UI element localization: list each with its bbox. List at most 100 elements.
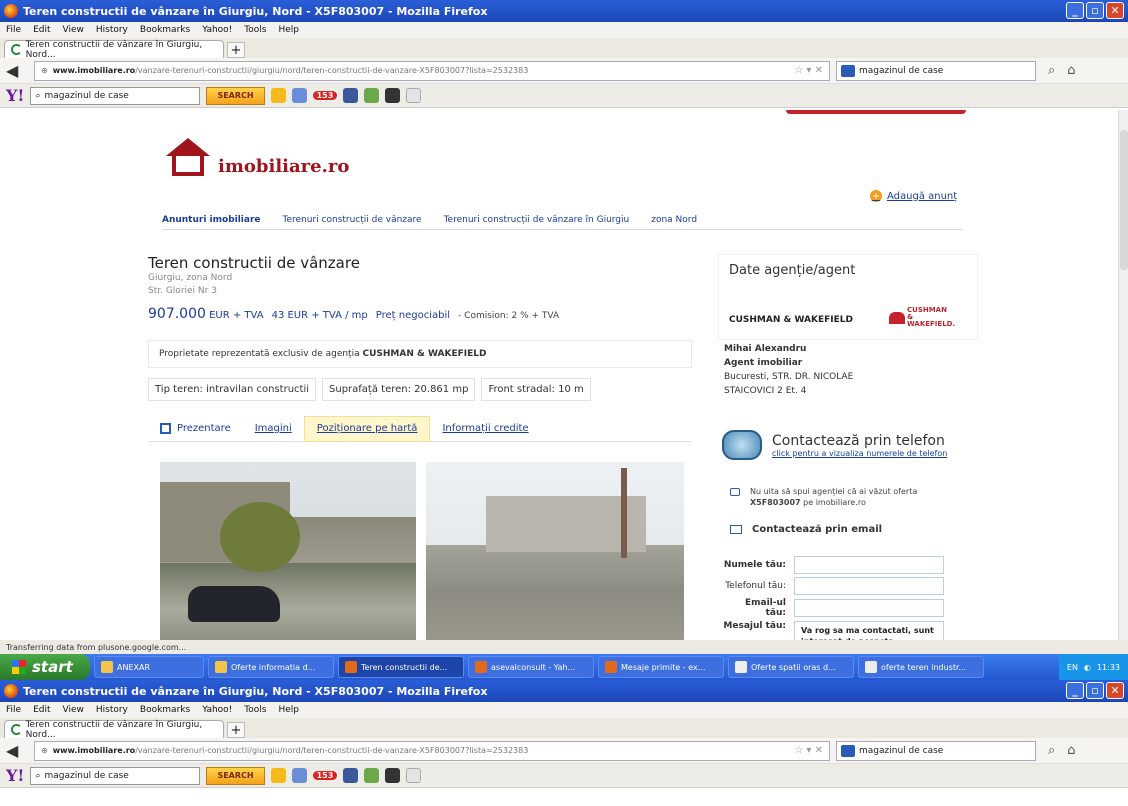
- menu-tools[interactable]: Tools: [244, 705, 266, 715]
- menu-yahoo[interactable]: Yahoo!: [202, 705, 232, 715]
- smiley-icon[interactable]: [270, 88, 286, 103]
- menu-view[interactable]: View: [63, 25, 84, 35]
- property-photo-2[interactable]: [426, 462, 684, 640]
- photo-icon[interactable]: [364, 768, 380, 783]
- tab-harta[interactable]: Poziționare pe hartă: [303, 415, 431, 442]
- yahoo-search-button[interactable]: SEARCH: [206, 86, 265, 105]
- language-indicator[interactable]: EN: [1067, 663, 1078, 672]
- phone-field[interactable]: [794, 577, 944, 595]
- search-engine-icon[interactable]: [841, 64, 855, 77]
- weather-icon[interactable]: [406, 88, 422, 103]
- menu-edit[interactable]: Edit: [33, 705, 50, 715]
- menu-help[interactable]: Help: [278, 705, 299, 715]
- taskbar-item[interactable]: Mesaje primite - ex...: [598, 656, 724, 678]
- menu-view[interactable]: View: [63, 705, 84, 715]
- photo-icon[interactable]: [364, 88, 380, 103]
- crumb-giurgiu[interactable]: Terenuri construcții de vânzare în Giurg…: [444, 215, 630, 225]
- address-bar[interactable]: ⊕ www.imobiliare.ro/vanzare-terenuri-con…: [34, 740, 830, 761]
- bookmark-star-icon[interactable]: ☆ ▾ ✕: [794, 745, 823, 756]
- notification-badge[interactable]: 153: [312, 771, 338, 780]
- yahoo-logo[interactable]: Y!: [6, 766, 24, 785]
- menu-file[interactable]: File: [6, 25, 21, 35]
- crumb-terenuri[interactable]: Terenuri construcții de vânzare: [283, 215, 422, 225]
- start-button[interactable]: start: [0, 654, 90, 680]
- maximize-button[interactable]: ▫: [1086, 682, 1104, 699]
- minimize-button[interactable]: _: [1066, 682, 1084, 699]
- name-field[interactable]: [794, 556, 944, 574]
- vertical-scrollbar[interactable]: [1118, 110, 1128, 656]
- menu-file[interactable]: File: [6, 705, 21, 715]
- new-tab-button[interactable]: +: [227, 42, 245, 58]
- taskbar-item[interactable]: asevalconsult - Yah...: [468, 656, 594, 678]
- site-logo[interactable]: imobiliare.ro: [162, 136, 349, 180]
- envelope-icon: [730, 525, 742, 534]
- menu-yahoo[interactable]: Yahoo!: [202, 25, 232, 35]
- menu-help[interactable]: Help: [278, 25, 299, 35]
- smiley-icon[interactable]: [270, 768, 286, 783]
- yahoo-logo[interactable]: Y!: [6, 86, 24, 105]
- browser-tab[interactable]: Teren constructii de vânzare în Giurgiu,…: [4, 39, 224, 60]
- taskbar-item[interactable]: Oferte informatia d...: [208, 656, 334, 678]
- search-icon[interactable]: ⌕: [1048, 743, 1055, 758]
- menu-bookmarks[interactable]: Bookmarks: [140, 25, 190, 35]
- mail-icon[interactable]: [291, 88, 307, 103]
- notification-badge[interactable]: 153: [312, 91, 338, 100]
- weather-icon[interactable]: [406, 768, 422, 783]
- agency-name[interactable]: CUSHMAN & WAKEFIELD: [729, 315, 853, 325]
- news-icon[interactable]: [385, 768, 401, 783]
- menu-edit[interactable]: Edit: [33, 25, 50, 35]
- site-identity-icon[interactable]: ⊕: [41, 66, 48, 75]
- address-bar[interactable]: ⊕ www.imobiliare.ro/vanzare-terenuri-con…: [34, 60, 830, 81]
- taskbar-item[interactable]: ANEXAR: [94, 656, 204, 678]
- close-button[interactable]: ✕: [1106, 682, 1124, 699]
- bookmark-star-icon[interactable]: ☆ ▾ ✕: [794, 65, 823, 76]
- menu-history[interactable]: History: [96, 25, 128, 35]
- email-field[interactable]: [794, 599, 944, 617]
- property-photo-1[interactable]: [160, 462, 416, 640]
- yahoo-search-input[interactable]: ⌕ magazinul de case: [30, 86, 201, 105]
- add-listing-link[interactable]: + Adaugă anunț: [870, 190, 957, 202]
- tab-imagini[interactable]: Imagini: [243, 416, 304, 442]
- house-logo-icon: [162, 136, 214, 180]
- tab-label: Teren constructii de vânzare în Giurgiu,…: [25, 39, 203, 60]
- browser-tab[interactable]: Teren constructii de vânzare în Giurgiu,…: [4, 720, 224, 740]
- crumb-anunturi[interactable]: Anunturi imobiliare: [162, 215, 261, 225]
- new-tab-button[interactable]: +: [227, 722, 245, 738]
- message-field[interactable]: Va rog sa ma contactati, sunt interesat …: [794, 621, 944, 640]
- menu-history[interactable]: History: [96, 705, 128, 715]
- window-title: Teren constructii de vânzare în Giurgiu,…: [23, 4, 488, 18]
- mail-icon[interactable]: [291, 768, 307, 783]
- search-icon[interactable]: ⌕: [1048, 63, 1055, 78]
- facebook-icon[interactable]: [343, 88, 359, 103]
- taskbar-item[interactable]: Oferte spatii oras d...: [728, 656, 854, 678]
- taskbar-item[interactable]: oferte teren industr...: [858, 656, 984, 678]
- minimize-button[interactable]: _: [1066, 2, 1084, 19]
- close-button[interactable]: ✕: [1106, 2, 1124, 19]
- volume-icon[interactable]: ◐: [1084, 663, 1091, 672]
- search-engine-icon[interactable]: [841, 744, 855, 757]
- home-icon[interactable]: ⌂: [1067, 63, 1075, 78]
- tab-credite[interactable]: Informații credite: [430, 416, 540, 442]
- price-per-mp: 43 EUR + TVA / mp: [271, 310, 368, 321]
- yahoo-search-button[interactable]: SEARCH: [206, 766, 265, 785]
- menu-tools[interactable]: Tools: [244, 25, 266, 35]
- site-identity-icon[interactable]: ⊕: [41, 746, 48, 755]
- phone-link[interactable]: click pentru a vizualiza numerele de tel…: [772, 449, 947, 458]
- search-input[interactable]: magazinul de case: [836, 740, 1036, 761]
- home-icon[interactable]: ⌂: [1067, 743, 1075, 758]
- taskbar-item[interactable]: Teren constructii de...: [338, 656, 464, 678]
- back-arrow-icon[interactable]: ◀: [6, 741, 28, 760]
- yahoo-search-input[interactable]: ⌕ magazinul de case: [30, 766, 201, 785]
- listing-address: Giurgiu, zona Nord Str. Gloriei Nr 3: [148, 272, 232, 298]
- tab-prezentare[interactable]: Prezentare: [148, 416, 243, 442]
- search-input[interactable]: magazinul de case: [836, 60, 1036, 81]
- taskbar-item-label: oferte teren industr...: [881, 662, 967, 672]
- menu-bookmarks[interactable]: Bookmarks: [140, 705, 190, 715]
- back-arrow-icon[interactable]: ◀: [6, 61, 28, 80]
- facebook-icon[interactable]: [343, 768, 359, 783]
- agent-address-1: Bucuresti, STR. DR. NICOLAE: [724, 372, 854, 382]
- news-icon[interactable]: [385, 88, 401, 103]
- crumb-nord[interactable]: zona Nord: [651, 215, 697, 225]
- phone-contact[interactable]: Contactează prin telefon click pentru a …: [722, 430, 947, 460]
- maximize-button[interactable]: ▫: [1086, 2, 1104, 19]
